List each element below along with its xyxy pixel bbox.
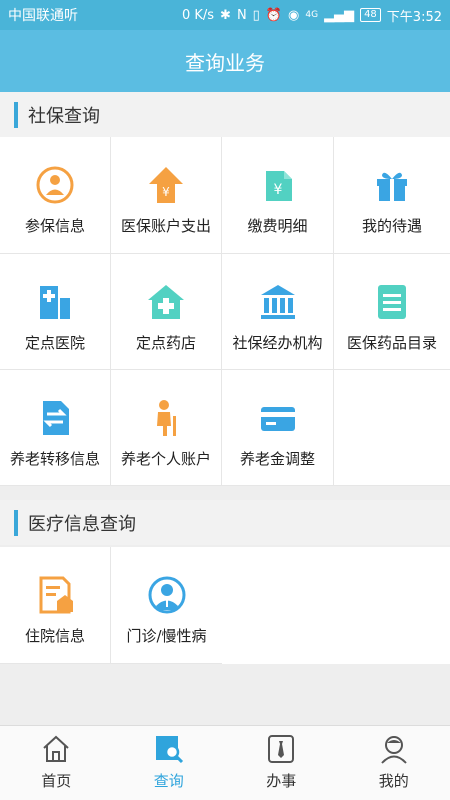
search-icon bbox=[154, 734, 184, 764]
section-accent-bar bbox=[14, 509, 18, 536]
pharmacy-icon bbox=[146, 282, 186, 322]
user-icon bbox=[379, 734, 409, 764]
svg-text:¥: ¥ bbox=[273, 182, 282, 198]
grid-item-outpatient-chronic[interactable]: 门诊/慢性病 bbox=[111, 547, 222, 664]
section-title: 社保查询 bbox=[28, 105, 100, 127]
bank-card-icon bbox=[258, 398, 298, 438]
grid-item-label: 定点药店 bbox=[135, 334, 196, 352]
page-title: 查询业务 bbox=[185, 50, 265, 75]
section-accent-bar bbox=[14, 101, 18, 128]
tab-services[interactable]: 办事 bbox=[225, 726, 338, 800]
svg-text:¥: ¥ bbox=[162, 185, 170, 199]
tie-icon bbox=[266, 734, 296, 764]
tab-label: 办事 bbox=[266, 772, 297, 790]
grid-item-label: 住院信息 bbox=[24, 627, 85, 645]
institution-icon bbox=[258, 282, 298, 322]
tab-label: 首页 bbox=[41, 772, 72, 790]
eye-icon: ◉ bbox=[288, 7, 300, 23]
title-bar: 查询业务 bbox=[0, 30, 450, 92]
medical-info-grid: 住院信息 门诊/慢性病 bbox=[0, 547, 450, 664]
tab-query[interactable]: 查询 bbox=[113, 726, 226, 800]
grid-item-label: 养老金调整 bbox=[239, 450, 315, 468]
person-circle-icon bbox=[35, 165, 75, 205]
yuan-document-icon: ¥ bbox=[258, 165, 298, 205]
grid-item-label: 养老个人账户 bbox=[120, 450, 211, 468]
clock: 下午3:52 bbox=[386, 9, 442, 25]
nfc-icon: N bbox=[236, 7, 247, 23]
money-upload-icon: ¥ bbox=[146, 165, 186, 205]
status-bar: 中国联通 听 0 K/s ✱ N ▯ ⏰ ◉ 4G ▂▄▆ 48 下午3:52 bbox=[0, 0, 450, 30]
grid-item-label: 定点医院 bbox=[24, 334, 85, 352]
section-header-social-security: 社保查询 bbox=[0, 92, 450, 137]
bluetooth-icon: ✱ bbox=[220, 7, 231, 23]
grid-item-pension-adjustment[interactable]: 养老金调整 bbox=[222, 370, 334, 486]
vibrate-icon: ▯ bbox=[252, 7, 260, 23]
grid-item-label: 养老转移信息 bbox=[9, 450, 100, 468]
transfer-document-icon bbox=[35, 398, 75, 438]
hospitalization-document-icon bbox=[35, 575, 75, 615]
hospital-icon bbox=[35, 282, 75, 322]
grid-item-social-security-agency[interactable]: 社保经办机构 bbox=[222, 254, 334, 370]
elderly-person-icon bbox=[146, 398, 186, 438]
grid-item-label: 缴费明细 bbox=[247, 217, 308, 235]
tab-label: 我的 bbox=[378, 772, 409, 790]
network-type: 4G bbox=[305, 10, 319, 20]
gift-icon bbox=[372, 165, 412, 205]
grid-empty-cell bbox=[334, 370, 450, 486]
grid-item-label: 我的待遇 bbox=[361, 217, 422, 235]
grid-item-label: 医保药品目录 bbox=[346, 334, 437, 352]
section-header-medical-info: 医疗信息查询 bbox=[0, 500, 450, 545]
social-security-grid: 参保信息 ¥ 医保账户支出 ¥ 缴费明细 我的待遇 定点医院 定点药店 社保经办… bbox=[0, 137, 450, 486]
grid-item-designated-hospital[interactable]: 定点医院 bbox=[0, 254, 111, 370]
network-speed: 0 K/s bbox=[181, 7, 215, 23]
grid-item-label: 医保账户支出 bbox=[120, 217, 211, 235]
grid-item-my-benefits[interactable]: 我的待遇 bbox=[334, 137, 450, 254]
grid-item-label: 参保信息 bbox=[24, 217, 85, 235]
carrier-label: 中国联通 bbox=[8, 8, 64, 24]
tab-home[interactable]: 首页 bbox=[0, 726, 113, 800]
grid-item-drug-catalog[interactable]: 医保药品目录 bbox=[334, 254, 450, 370]
grid-item-hospitalization-info[interactable]: 住院信息 bbox=[0, 547, 111, 664]
grid-item-label: 门诊/慢性病 bbox=[126, 627, 207, 645]
section-title: 医疗信息查询 bbox=[28, 513, 136, 535]
battery-level: 48 bbox=[360, 8, 381, 22]
grid-item-medical-account-expense[interactable]: ¥ 医保账户支出 bbox=[111, 137, 222, 254]
grid-item-label: 社保经办机构 bbox=[232, 334, 323, 352]
grid-item-payment-details[interactable]: ¥ 缴费明细 bbox=[222, 137, 334, 254]
carrier-suffix: 听 bbox=[64, 8, 78, 24]
grid-item-designated-pharmacy[interactable]: 定点药店 bbox=[111, 254, 222, 370]
signal-icon: ▂▄▆ bbox=[324, 7, 355, 23]
list-document-icon bbox=[372, 282, 412, 322]
grid-item-insured-info[interactable]: 参保信息 bbox=[0, 137, 111, 254]
alarm-icon: ⏰ bbox=[265, 7, 283, 23]
bottom-tab-bar: 首页 查询 办事 我的 bbox=[0, 725, 450, 800]
home-icon bbox=[41, 734, 71, 764]
grid-item-pension-transfer[interactable]: 养老转移信息 bbox=[0, 370, 111, 486]
tab-mine[interactable]: 我的 bbox=[338, 726, 450, 800]
doctor-icon bbox=[147, 575, 187, 615]
tab-label: 查询 bbox=[153, 772, 184, 790]
grid-item-pension-personal-account[interactable]: 养老个人账户 bbox=[111, 370, 222, 486]
